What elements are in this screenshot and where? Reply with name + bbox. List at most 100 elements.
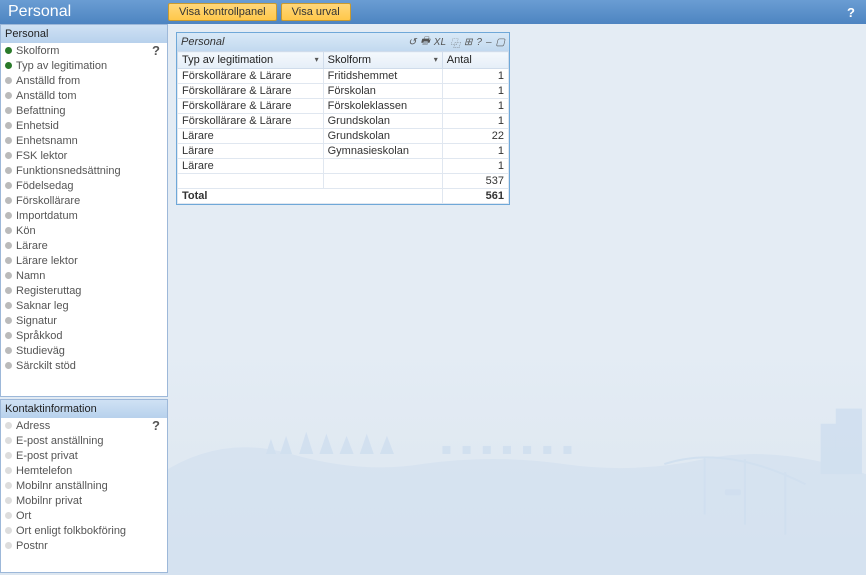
column-header[interactable]: Typ av legitimation▾ — [178, 52, 324, 69]
field-item[interactable]: Anställd tom — [1, 88, 167, 103]
show-selection-button[interactable]: Visa urval — [281, 3, 351, 21]
table-cell — [323, 159, 442, 174]
field-item[interactable]: Ort — [1, 508, 167, 523]
field-label: Särckilt stöd — [16, 360, 76, 372]
field-item[interactable]: E-post anställning — [1, 433, 167, 448]
table-cell: Lärare — [178, 144, 324, 159]
table-cell — [323, 174, 442, 189]
field-item[interactable]: Skolform? — [1, 43, 167, 58]
status-dot-icon — [5, 332, 12, 339]
table-cell: 1 — [442, 144, 508, 159]
table-row[interactable]: Förskollärare & LärareFörskoleklassen1 — [178, 99, 509, 114]
status-dot-icon — [5, 92, 12, 99]
field-label: Anställd from — [16, 75, 80, 87]
field-item[interactable]: Typ av legitimation — [1, 58, 167, 73]
field-item[interactable]: Namn — [1, 268, 167, 283]
field-item[interactable]: Signatur — [1, 313, 167, 328]
field-item[interactable]: Adress? — [1, 418, 167, 433]
field-item[interactable]: Mobilnr anställning — [1, 478, 167, 493]
table-cell: Grundskolan — [323, 129, 442, 144]
table-row[interactable]: Förskollärare & LärareGrundskolan1 — [178, 114, 509, 129]
toolbar-icon[interactable]: – — [486, 37, 492, 48]
field-label: Namn — [16, 270, 45, 282]
field-item[interactable]: Befattning — [1, 103, 167, 118]
table-row[interactable]: 537 — [178, 174, 509, 189]
field-item[interactable]: Postnr — [1, 538, 167, 553]
dropdown-icon[interactable]: ▾ — [434, 55, 438, 64]
field-item[interactable]: Saknar leg — [1, 298, 167, 313]
column-header[interactable]: Antal — [442, 52, 508, 69]
table-cell: Lärare — [178, 129, 324, 144]
data-table: Typ av legitimation▾Skolform▾Antal Försk… — [177, 51, 509, 204]
field-item[interactable]: Kön — [1, 223, 167, 238]
panel-personal-title: Personal — [5, 25, 48, 43]
field-label: Språkkod — [16, 330, 62, 342]
status-dot-icon — [5, 497, 12, 504]
data-table-header: Personal ↺🖶XL⿻⊞?–▢ — [177, 33, 509, 51]
toolbar-icon[interactable]: ⊞ — [464, 37, 472, 48]
field-item[interactable]: Särckilt stöd — [1, 358, 167, 373]
status-dot-icon — [5, 182, 12, 189]
field-item[interactable]: E-post privat — [1, 448, 167, 463]
field-item[interactable]: Födelsedag — [1, 178, 167, 193]
table-cell: Förskoleklassen — [323, 99, 442, 114]
toolbar-icon[interactable]: ▢ — [496, 37, 505, 48]
field-item[interactable]: Mobilnr privat — [1, 493, 167, 508]
field-label: E-post privat — [16, 450, 78, 462]
field-item[interactable]: Språkkod — [1, 328, 167, 343]
status-dot-icon — [5, 467, 12, 474]
panel-help-icon[interactable]: ? — [149, 418, 163, 433]
table-row[interactable]: LärareGrundskolan22 — [178, 129, 509, 144]
field-item[interactable]: Anställd from — [1, 73, 167, 88]
table-row[interactable]: LärareGymnasieskolan1 — [178, 144, 509, 159]
field-item[interactable]: Förskollärare — [1, 193, 167, 208]
show-control-panel-button[interactable]: Visa kontrollpanel — [168, 3, 277, 21]
field-item[interactable]: Funktionsnedsättning — [1, 163, 167, 178]
field-item[interactable]: Lärare — [1, 238, 167, 253]
field-label: Enhetsid — [16, 120, 59, 132]
table-row[interactable]: Förskollärare & LärareFritidshemmet1 — [178, 69, 509, 84]
app-header: Personal Visa kontrollpanel Visa urval ? — [0, 0, 866, 24]
app-title: Personal — [8, 3, 168, 21]
table-cell: Förskollärare & Lärare — [178, 114, 324, 129]
table-cell: Fritidshemmet — [323, 69, 442, 84]
field-item[interactable]: Registeruttag — [1, 283, 167, 298]
table-cell: Förskollärare & Lärare — [178, 69, 324, 84]
field-label: Saknar leg — [16, 300, 69, 312]
dropdown-icon[interactable]: ▾ — [315, 55, 319, 64]
field-item[interactable]: Enhetsid — [1, 118, 167, 133]
field-item[interactable]: Enhetsnamn — [1, 133, 167, 148]
field-item[interactable]: Lärare lektor — [1, 253, 167, 268]
field-item[interactable]: Importdatum — [1, 208, 167, 223]
toolbar-icon[interactable]: ↺ — [408, 37, 416, 48]
status-dot-icon — [5, 242, 12, 249]
toolbar-icon[interactable]: ⿻ — [450, 35, 460, 50]
field-item[interactable]: Ort enligt folkbokföring — [1, 523, 167, 538]
status-dot-icon — [5, 302, 12, 309]
field-item[interactable]: Hemtelefon — [1, 463, 167, 478]
panel-kontakt: Kontaktinformation Adress?E-post anställ… — [0, 399, 168, 573]
toolbar-icon[interactable]: XL — [434, 37, 446, 48]
panel-help-icon[interactable]: ? — [149, 43, 163, 58]
field-item[interactable]: Studieväg — [1, 343, 167, 358]
toolbar-icon[interactable]: ? — [476, 37, 482, 48]
status-dot-icon — [5, 257, 12, 264]
table-cell: Gymnasieskolan — [323, 144, 442, 159]
field-label: FSK lektor — [16, 150, 67, 162]
status-dot-icon — [5, 167, 12, 174]
field-label: Importdatum — [16, 210, 78, 222]
table-row[interactable]: Lärare1 — [178, 159, 509, 174]
field-label: Skolform — [16, 45, 59, 57]
status-dot-icon — [5, 422, 12, 429]
header-help-icon[interactable]: ? — [844, 5, 858, 20]
field-label: Befattning — [16, 105, 66, 117]
panel-personal: Personal Skolform?Typ av legitimation Ans… — [0, 24, 168, 397]
table-cell: 22 — [442, 129, 508, 144]
status-dot-icon — [5, 347, 12, 354]
table-row[interactable]: Förskollärare & LärareFörskolan1 — [178, 84, 509, 99]
field-item[interactable]: FSK lektor — [1, 148, 167, 163]
table-cell: Grundskolan — [323, 114, 442, 129]
column-header[interactable]: Skolform▾ — [323, 52, 442, 69]
toolbar-icon[interactable]: 🖶 — [420, 34, 429, 51]
status-dot-icon — [5, 317, 12, 324]
